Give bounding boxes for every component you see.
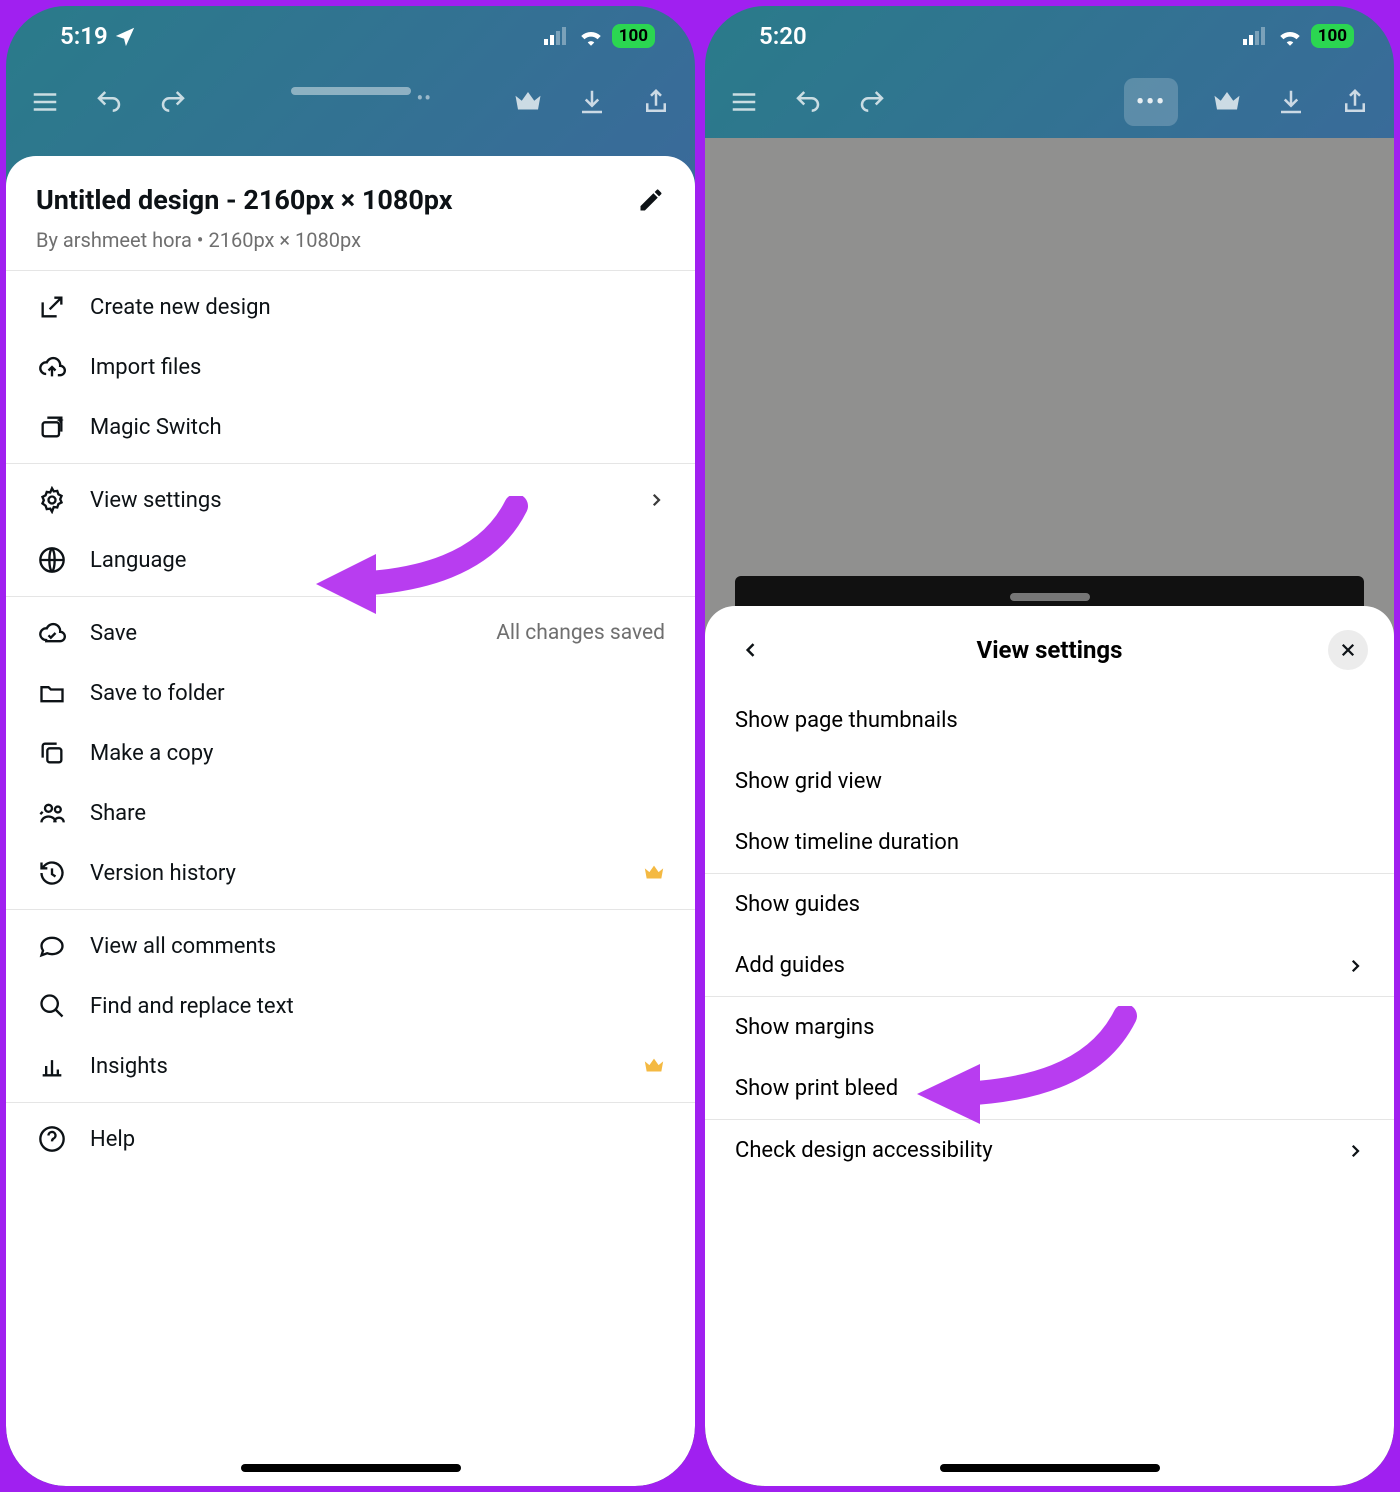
insights-item[interactable]: Insights (6, 1036, 695, 1096)
wifi-icon (578, 26, 604, 46)
download-icon[interactable] (577, 87, 607, 117)
phone-left: 5:19 100 •• (6, 6, 695, 1486)
crown-icon[interactable] (513, 87, 543, 117)
share-item[interactable]: Share (6, 783, 695, 843)
wifi-icon (1277, 26, 1303, 46)
language-item[interactable]: Language (6, 530, 695, 590)
design-subtitle: By arshmeet hora • 2160px × 1080px (36, 228, 665, 252)
status-bar: 5:20 100 (705, 6, 1394, 66)
chevron-right-icon (1346, 1142, 1364, 1160)
crown-icon[interactable] (1212, 87, 1242, 117)
redo-icon[interactable] (857, 87, 887, 117)
version-history-item[interactable]: Version history (6, 843, 695, 903)
cloud-upload-icon (36, 353, 68, 381)
search-icon (36, 992, 68, 1020)
location-icon (114, 25, 136, 47)
sheet-title: View settings (705, 636, 1394, 664)
cellular-icon (1243, 27, 1269, 45)
show-timeline-item[interactable]: Show timeline duration (705, 812, 1394, 873)
comments-item[interactable]: View all comments (6, 916, 695, 976)
view-settings-item[interactable]: View settings (6, 470, 695, 530)
gear-icon (36, 486, 68, 514)
chevron-right-icon (1346, 957, 1364, 975)
share-icon[interactable] (1340, 87, 1370, 117)
chart-icon (36, 1052, 68, 1080)
magic-icon (36, 413, 68, 441)
phone-right: 5:20 100 ••• (705, 6, 1394, 1486)
more-options-button[interactable]: ••• (1124, 78, 1178, 126)
show-grid-item[interactable]: Show grid view (705, 751, 1394, 812)
battery-indicator: 100 (1311, 24, 1354, 48)
design-title: Untitled design - 2160px × 1080px (36, 184, 619, 216)
show-thumbnails-item[interactable]: Show page thumbnails (705, 690, 1394, 751)
add-guides-item[interactable]: Add guides (705, 935, 1394, 996)
premium-crown-icon (643, 862, 665, 884)
undo-icon[interactable] (793, 87, 823, 117)
make-copy-item[interactable]: Make a copy (6, 723, 695, 783)
cellular-icon (544, 27, 570, 45)
magic-switch-item[interactable]: Magic Switch (6, 397, 695, 457)
download-icon[interactable] (1276, 87, 1306, 117)
battery-indicator: 100 (612, 24, 655, 48)
globe-icon (36, 546, 68, 574)
show-bleed-item[interactable]: Show print bleed (705, 1058, 1394, 1119)
status-time: 5:20 (759, 22, 807, 50)
edit-title-icon[interactable] (637, 186, 665, 214)
create-new-design-item[interactable]: Create new design (6, 277, 695, 337)
help-item[interactable]: Help (6, 1109, 695, 1169)
status-time: 5:19 (60, 22, 108, 50)
cloud-check-icon (36, 619, 68, 647)
import-files-item[interactable]: Import files (6, 337, 695, 397)
home-indicator[interactable] (940, 1464, 1160, 1472)
save-folder-item[interactable]: Save to folder (6, 663, 695, 723)
save-status: All changes saved (496, 621, 665, 645)
view-settings-sheet: View settings Show page thumbnails Show … (705, 606, 1394, 1486)
premium-crown-icon (643, 1055, 665, 1077)
comment-icon (36, 932, 68, 960)
close-button[interactable] (1328, 630, 1368, 670)
copy-icon (36, 739, 68, 767)
editor-toolbar: •• (6, 66, 695, 138)
menu-icon[interactable] (30, 87, 60, 117)
accessibility-item[interactable]: Check design accessibility (705, 1120, 1394, 1181)
sheet-grabber[interactable]: •• (291, 87, 411, 95)
show-margins-item[interactable]: Show margins (705, 997, 1394, 1058)
find-replace-item[interactable]: Find and replace text (6, 976, 695, 1036)
chevron-right-icon (647, 491, 665, 509)
people-icon (36, 799, 68, 827)
undo-icon[interactable] (94, 87, 124, 117)
show-guides-item[interactable]: Show guides (705, 874, 1394, 935)
redo-icon[interactable] (158, 87, 188, 117)
history-icon (36, 859, 68, 887)
editor-toolbar: ••• (705, 66, 1394, 138)
main-menu-sheet: Untitled design - 2160px × 1080px By ars… (6, 156, 695, 1486)
help-icon (36, 1125, 68, 1153)
folder-icon (36, 679, 68, 707)
back-button[interactable] (731, 630, 771, 670)
save-item[interactable]: Save All changes saved (6, 603, 695, 663)
status-bar: 5:19 100 (6, 6, 695, 66)
menu-icon[interactable] (729, 87, 759, 117)
home-indicator[interactable] (241, 1464, 461, 1472)
share-icon[interactable] (641, 87, 671, 117)
create-icon (36, 293, 68, 321)
